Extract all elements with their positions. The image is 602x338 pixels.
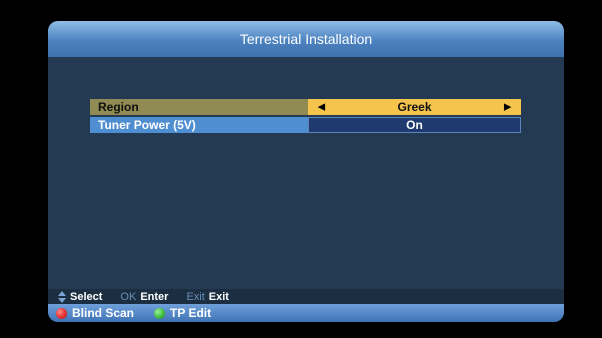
setting-row-region[interactable]: Region ◀ Greek ▶ — [90, 99, 521, 115]
tp-edit-button[interactable]: TP Edit — [154, 306, 211, 320]
help-exit-label: Exit — [208, 290, 229, 303]
up-down-arrows-icon — [58, 290, 67, 303]
exit-key-label: Exit — [186, 290, 205, 303]
setting-value-region[interactable]: ◀ Greek ▶ — [308, 99, 521, 115]
ok-key-label: OK — [120, 290, 137, 303]
red-button-icon — [56, 307, 67, 319]
setting-label-tuner-power: Tuner Power (5V) — [90, 117, 308, 133]
help-bar: Select OK Enter Exit Exit — [48, 289, 564, 304]
blind-scan-button[interactable]: Blind Scan — [56, 306, 134, 320]
installation-panel: Terrestrial Installation Region ◀ Greek … — [48, 21, 564, 322]
tuner-power-value: On — [406, 118, 423, 132]
setting-row-tuner-power[interactable]: Tuner Power (5V) On — [90, 117, 521, 133]
tv-screen: Terrestrial Installation Region ◀ Greek … — [0, 0, 602, 338]
settings-area: Region ◀ Greek ▶ Tuner Power (5V) On — [48, 57, 564, 289]
setting-label-region: Region — [90, 99, 308, 115]
region-value: Greek — [397, 100, 432, 114]
setting-value-tuner-power[interactable]: On — [308, 117, 521, 133]
help-exit: Exit Exit — [186, 291, 229, 303]
right-triangle-icon[interactable]: ▶ — [504, 102, 511, 113]
help-enter: OK Enter — [120, 291, 168, 303]
help-select-label: Select — [70, 290, 103, 303]
green-button-icon — [154, 307, 166, 319]
page-title: Terrestrial Installation — [48, 21, 564, 57]
blind-scan-label: Blind Scan — [72, 306, 135, 320]
help-enter-label: Enter — [140, 290, 169, 303]
color-key-bar: Blind Scan TP Edit — [48, 304, 564, 322]
left-triangle-icon[interactable]: ◀ — [318, 102, 325, 113]
help-select: Select — [58, 290, 103, 303]
tp-edit-label: TP Edit — [170, 306, 212, 320]
